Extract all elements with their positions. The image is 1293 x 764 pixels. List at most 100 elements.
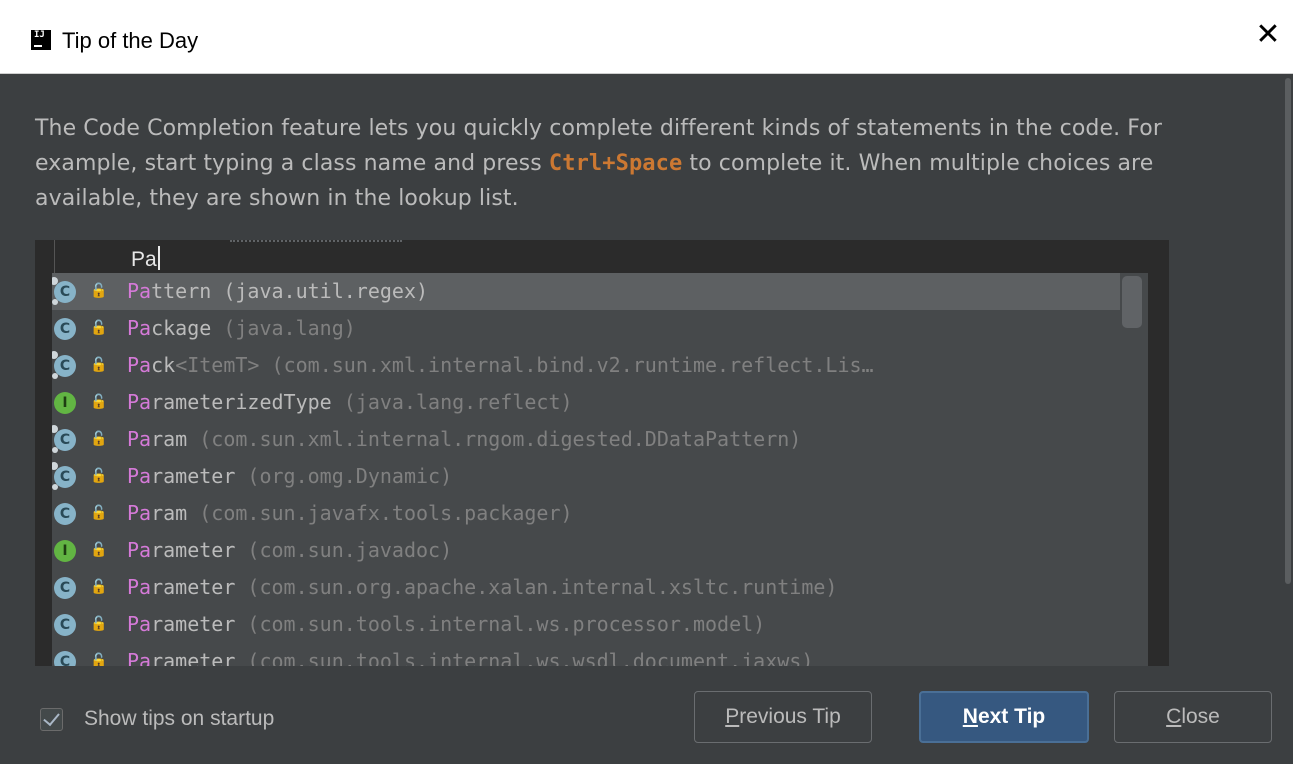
class-icon: C (54, 318, 76, 340)
item-name-rest: ck (151, 353, 176, 377)
content-scrollbar[interactable] (1283, 74, 1293, 584)
next-tip-label: ext Tip (977, 705, 1046, 728)
matched-prefix: Pa (127, 464, 152, 488)
next-tip-button[interactable]: Next Tip (919, 691, 1089, 743)
lookup-item-label: Parameter (com.sun.javadoc) (127, 532, 452, 569)
item-package: (com.sun.javadoc) (235, 538, 453, 562)
typed-text-value: Pa (131, 248, 157, 271)
close-button[interactable]: Close (1114, 691, 1272, 743)
lookup-item-label: ParameterizedType (java.lang.reflect) (127, 384, 573, 421)
lookup-item[interactable]: C 🔓 Param (com.sun.javafx.tools.packager) (52, 495, 1120, 532)
lookup-list: C 🔓 Parameter (com.sun.tools.internal.ws.w… (52, 273, 1148, 666)
item-package: (java.lang) (211, 316, 356, 340)
item-name-rest: rameter (151, 612, 236, 636)
shortcut-keys: Ctrl+Space (548, 151, 683, 176)
matched-prefix: Pa (127, 316, 152, 340)
lookup-item[interactable]: C 🔓 Param (com.sun.xml.internal.rngom.dige… (52, 421, 1120, 458)
previous-tip-label: revious Tip (739, 705, 841, 728)
lookup-item[interactable]: C 🔓 Parameter (com.sun.tools.internal.ws.p… (52, 606, 1120, 643)
lookup-item-label: Parameter (com.sun.tools.internal.ws.wsd… (127, 643, 813, 666)
item-name-rest: ckage (151, 316, 212, 340)
item-name-rest: rameter (151, 575, 236, 599)
public-visibility-icon: 🔓 (90, 579, 108, 595)
next-tip-mnemonic: N (962, 705, 978, 728)
item-package: (com.sun.javafx.tools.packager) (187, 501, 573, 525)
class-abstract-icon: C (52, 462, 76, 490)
public-visibility-icon: 🔓 (90, 394, 108, 410)
show-tips-checkbox[interactable] (40, 708, 63, 731)
lookup-item[interactable]: I 🔓 Parameter (com.sun.javadoc) (52, 532, 1120, 569)
item-package: (com.sun.org.apache.xalan.internal.xsltc… (235, 575, 838, 599)
class-abstract-icon: C (52, 351, 76, 379)
item-name-rest: ram (151, 427, 188, 451)
lookup-item[interactable]: C 🔓 Pack<ItemT> (com.sun.xml.internal.bind… (52, 347, 1120, 384)
lookup-item-label: Parameter (com.sun.org.apache.xalan.inte… (127, 569, 837, 606)
lookup-item[interactable]: I 🔓 ParameterizedType (java.lang.reflect) (52, 384, 1120, 421)
lookup-item[interactable]: C 🔓 Parameter (org.omg.Dynamic) (52, 458, 1120, 495)
matched-prefix: Pa (127, 390, 152, 414)
public-visibility-icon: 🔓 (90, 283, 108, 299)
item-generic: <ItemT> (175, 353, 260, 377)
lookup-item-label: Param (com.sun.javafx.tools.packager) (127, 495, 573, 532)
interface-icon: I (54, 540, 76, 562)
title-bar: IJ Tip of the Day ✕ (0, 0, 1293, 74)
matched-prefix: Pa (127, 575, 152, 599)
previous-tip-mnemonic: P (725, 705, 740, 728)
matched-prefix: Pa (127, 538, 152, 562)
lookup-item-label: Parameter (com.sun.tools.internal.ws.pro… (127, 606, 765, 643)
close-mnemonic: C (1166, 705, 1182, 728)
public-visibility-icon: 🔓 (90, 431, 108, 447)
matched-prefix: Pa (127, 427, 152, 451)
lookup-item[interactable]: C 🔓 Pattern (java.util.regex) (52, 273, 1120, 310)
item-package: (java.util.regex) (211, 279, 429, 303)
content-scrollbar-thumb[interactable] (1285, 78, 1291, 584)
class-icon: C (54, 614, 76, 636)
public-visibility-icon: 🔓 (90, 505, 108, 521)
lookup-item-label: Pack<ItemT> (com.sun.xml.internal.bind.v… (127, 347, 874, 384)
close-label: lose (1181, 705, 1220, 728)
close-icon[interactable]: ✕ (1253, 20, 1283, 50)
item-name-rest: rameter (151, 649, 236, 666)
text-caret (157, 246, 160, 270)
lookup-item-label: Parameter (org.omg.Dynamic) (127, 458, 452, 495)
item-name-rest: rameter (151, 464, 236, 488)
class-icon: C (54, 577, 76, 599)
item-package: (org.omg.Dynamic) (235, 464, 453, 488)
matched-prefix: Pa (127, 501, 152, 525)
lookup-scrollbar[interactable] (1120, 273, 1148, 666)
item-package: (com.sun.tools.internal.ws.wsdl.document… (235, 649, 814, 666)
matched-prefix: Pa (127, 353, 152, 377)
item-package: (java.lang.reflect) (331, 390, 573, 414)
class-icon: C (54, 503, 76, 525)
window-title: Tip of the Day (62, 28, 199, 53)
class-abstract-icon: C (52, 425, 76, 453)
public-visibility-icon: 🔓 (90, 653, 108, 666)
lookup-item[interactable]: C 🔓 Package (java.lang) (52, 310, 1120, 347)
item-name-rest: ttern (151, 279, 212, 303)
item-package: (com.sun.xml.internal.rngom.digested.DDa… (187, 427, 802, 451)
item-package: (com.sun.xml.internal.bind.v2.runtime.re… (259, 353, 874, 377)
public-visibility-icon: 🔓 (90, 468, 108, 484)
public-visibility-icon: 🔓 (90, 357, 108, 373)
matched-prefix: Pa (127, 649, 152, 666)
typed-text: Pa (131, 246, 160, 272)
intellij-app-icon: IJ (31, 30, 51, 50)
lookup-item[interactable]: C 🔓 Parameter (com.sun.tools.internal.ws.w… (52, 643, 1120, 666)
matched-prefix: Pa (127, 612, 152, 636)
item-name-rest: rameterizedType (151, 390, 332, 414)
previous-tip-button[interactable]: Previous Tip (694, 691, 872, 743)
class-icon: C (54, 651, 76, 666)
show-tips-label[interactable]: Show tips on startup (84, 707, 274, 731)
dotted-underline (230, 240, 402, 243)
item-name-rest: rameter (151, 538, 236, 562)
item-name-rest: ram (151, 501, 188, 525)
class-abstract-icon: C (52, 277, 76, 305)
tip-text: The Code Completion feature lets you qui… (35, 111, 1250, 216)
public-visibility-icon: 🔓 (90, 616, 108, 632)
public-visibility-icon: 🔓 (90, 320, 108, 336)
public-visibility-icon: 🔓 (90, 542, 108, 558)
dialog-footer: Show tips on startup Previous Tip Next T… (0, 666, 1293, 764)
lookup-scrollbar-thumb[interactable] (1122, 276, 1142, 328)
item-package: (com.sun.tools.internal.ws.processor.mod… (235, 612, 766, 636)
lookup-item[interactable]: C 🔓 Parameter (com.sun.org.apache.xalan.in… (52, 569, 1120, 606)
